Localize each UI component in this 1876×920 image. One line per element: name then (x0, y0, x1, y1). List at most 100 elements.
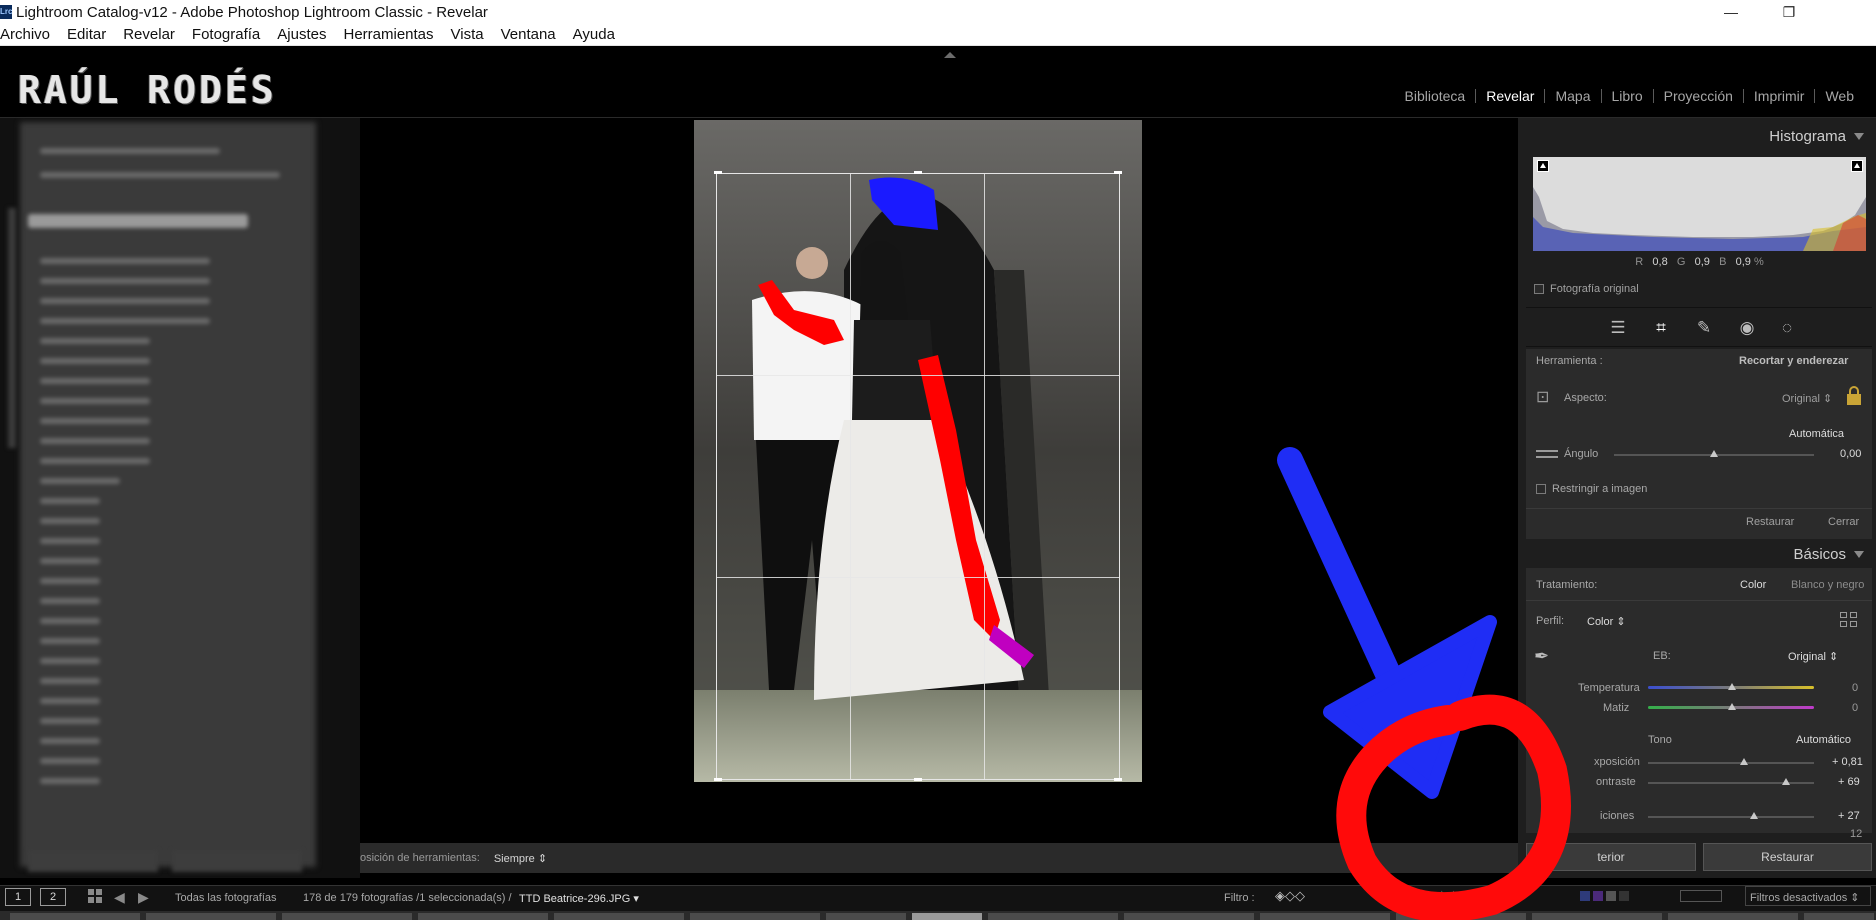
angle-value[interactable]: 0,00 (1840, 448, 1861, 460)
module-imprimir[interactable]: Imprimir (1744, 88, 1815, 104)
filmstrip-filename[interactable]: TTD Beatrice-296.JPG ▾ (519, 892, 639, 905)
module-libro[interactable]: Libro (1602, 88, 1653, 104)
filmstrip-thumbnail[interactable] (1668, 913, 1798, 920)
circle-mask-icon[interactable]: ◌ (1775, 318, 1799, 338)
collapse-triangle-icon[interactable] (1854, 132, 1864, 140)
eye-icon[interactable]: ◉ (1735, 318, 1759, 338)
module-biblioteca[interactable]: Biblioteca (1395, 88, 1476, 104)
treatment-color-option[interactable]: Color (1740, 579, 1766, 591)
filmstrip-source[interactable]: Todas las fotografías (175, 892, 277, 904)
arrow-right-icon[interactable]: ▶ (138, 889, 149, 906)
filmstrip-thumbnail[interactable] (1124, 913, 1254, 920)
highlights-slider[interactable] (1648, 816, 1814, 818)
crop-handle[interactable] (1114, 778, 1122, 781)
shadows-value[interactable]: 12 (1850, 828, 1862, 840)
wb-select[interactable]: Original ⇕ (1788, 650, 1838, 663)
contrast-slider-thumb[interactable] (1782, 778, 1790, 785)
module-mapa[interactable]: Mapa (1545, 88, 1600, 104)
crop-reset-button[interactable]: Restaurar (1746, 516, 1794, 528)
filmstrip-thumbnail[interactable] (10, 913, 140, 920)
checkbox-icon[interactable] (1536, 484, 1546, 494)
basic-header[interactable]: Básicos (1522, 540, 1876, 568)
left-panel-scrollbar[interactable] (8, 208, 16, 448)
auto-straighten-button[interactable]: Automática (1789, 428, 1844, 440)
menu-archivo[interactable]: Archivo (0, 26, 59, 43)
contrast-value[interactable]: + 69 (1838, 776, 1860, 788)
filmstrip-thumbnail[interactable] (826, 913, 906, 920)
menu-ajustes[interactable]: Ajustes (277, 26, 335, 43)
crop-handle[interactable] (714, 778, 722, 781)
star-rating-filter-icons[interactable]: ☆☆☆☆☆ (1436, 888, 1494, 904)
histogram-header[interactable]: Histograma (1522, 120, 1876, 152)
menu-vista[interactable]: Vista (451, 26, 493, 43)
crop-frame[interactable] (716, 173, 1120, 780)
secondary-monitor-button[interactable]: 2 (40, 888, 66, 906)
grid-view-icon[interactable] (88, 889, 102, 903)
filmstrip-thumbnail[interactable] (418, 913, 548, 920)
menu-herramientas[interactable]: Herramientas (343, 26, 442, 43)
treatment-bw-option[interactable]: Blanco y negro (1791, 579, 1864, 591)
crop-handle[interactable] (914, 778, 922, 781)
crop-icon[interactable]: ⌗ (1649, 318, 1673, 338)
straighten-tool-icon[interactable] (1536, 450, 1558, 458)
shadow-clipping-toggle-icon[interactable] (1537, 160, 1549, 172)
color-swatch-purple[interactable] (1593, 891, 1603, 901)
sliders-icon[interactable]: ☰ (1606, 318, 1630, 338)
module-proyeccion[interactable]: Proyección (1654, 88, 1743, 104)
menu-fotografia[interactable]: Fotografía (192, 26, 269, 43)
collapse-triangle-icon[interactable] (1854, 550, 1864, 558)
original-photo-toggle[interactable]: Fotografía original (1534, 283, 1639, 295)
highlight-clipping-toggle-icon[interactable] (1851, 160, 1863, 172)
crop-handle[interactable] (714, 171, 722, 174)
tool-overlay-select[interactable]: Siempre ⇕ (494, 852, 547, 865)
restore-button[interactable]: ❐ (1760, 0, 1818, 24)
menu-ventana[interactable]: Ventana (501, 26, 565, 43)
exposure-slider[interactable] (1648, 762, 1814, 764)
tone-auto-button[interactable]: Automático (1796, 734, 1851, 746)
exposure-slider-thumb[interactable] (1740, 758, 1748, 765)
constrain-to-image[interactable]: Restringir a imagen (1536, 483, 1647, 495)
filmstrip-thumbnail[interactable] (690, 913, 820, 920)
filmstrip-thumbnail[interactable] (554, 913, 684, 920)
bandage-icon[interactable]: ✎ (1692, 318, 1716, 338)
filmstrip-thumbnail[interactable] (146, 913, 276, 920)
angle-slider-thumb[interactable] (1710, 450, 1718, 457)
crop-close-button[interactable]: Cerrar (1828, 516, 1859, 528)
filter-mode-icon[interactable] (1680, 890, 1722, 902)
menu-ayuda[interactable]: Ayuda (573, 26, 624, 43)
crop-handle[interactable] (1114, 171, 1122, 174)
filmstrip-thumbnail[interactable] (1260, 913, 1390, 920)
checkbox-icon[interactable] (1534, 284, 1544, 294)
previous-button[interactable]: terior (1526, 843, 1696, 871)
color-swatch-none[interactable] (1619, 891, 1629, 901)
color-swatch-gray[interactable] (1606, 891, 1616, 901)
top-panel-toggle-icon[interactable] (944, 52, 956, 58)
profile-browser-grid-icon[interactable] (1840, 612, 1858, 628)
highlights-slider-thumb[interactable] (1750, 812, 1758, 819)
filmstrip-thumbnail[interactable] (1804, 913, 1874, 920)
close-button[interactable] (1818, 0, 1876, 24)
temperature-value[interactable]: 0 (1852, 682, 1858, 694)
aspect-select[interactable]: Original ⇕ (1782, 392, 1832, 405)
filmstrip-thumbnail[interactable] (1532, 913, 1662, 920)
crop-handle[interactable] (914, 171, 922, 174)
minimize-button[interactable]: — (1702, 0, 1760, 24)
crop-aspect-icon[interactable]: ⊡ (1536, 387, 1556, 407)
temperature-slider-thumb[interactable] (1728, 683, 1736, 690)
filmstrip-thumbnail[interactable] (988, 913, 1118, 920)
module-revelar[interactable]: Revelar (1476, 88, 1544, 104)
eyedropper-icon[interactable]: ✒ (1534, 646, 1549, 667)
exposure-value[interactable]: + 0,81 (1832, 756, 1863, 768)
main-monitor-button[interactable]: 1 (5, 888, 31, 906)
menu-revelar[interactable]: Revelar (123, 26, 184, 43)
filmstrip-thumbnail-selected[interactable] (912, 913, 982, 920)
flag-filter-icons[interactable]: ◈◇◇ (1275, 888, 1305, 904)
filters-off-select[interactable]: Filtros desactivados ⇕ (1745, 886, 1871, 906)
menu-editar[interactable]: Editar (67, 26, 115, 43)
tint-slider-thumb[interactable] (1728, 703, 1736, 710)
lock-icon[interactable] (1847, 386, 1861, 406)
color-swatch-blue[interactable] (1580, 891, 1590, 901)
profile-select[interactable]: Color ⇕ (1587, 615, 1626, 628)
tint-value[interactable]: 0 (1852, 702, 1858, 714)
filmstrip-thumbnail[interactable] (282, 913, 412, 920)
